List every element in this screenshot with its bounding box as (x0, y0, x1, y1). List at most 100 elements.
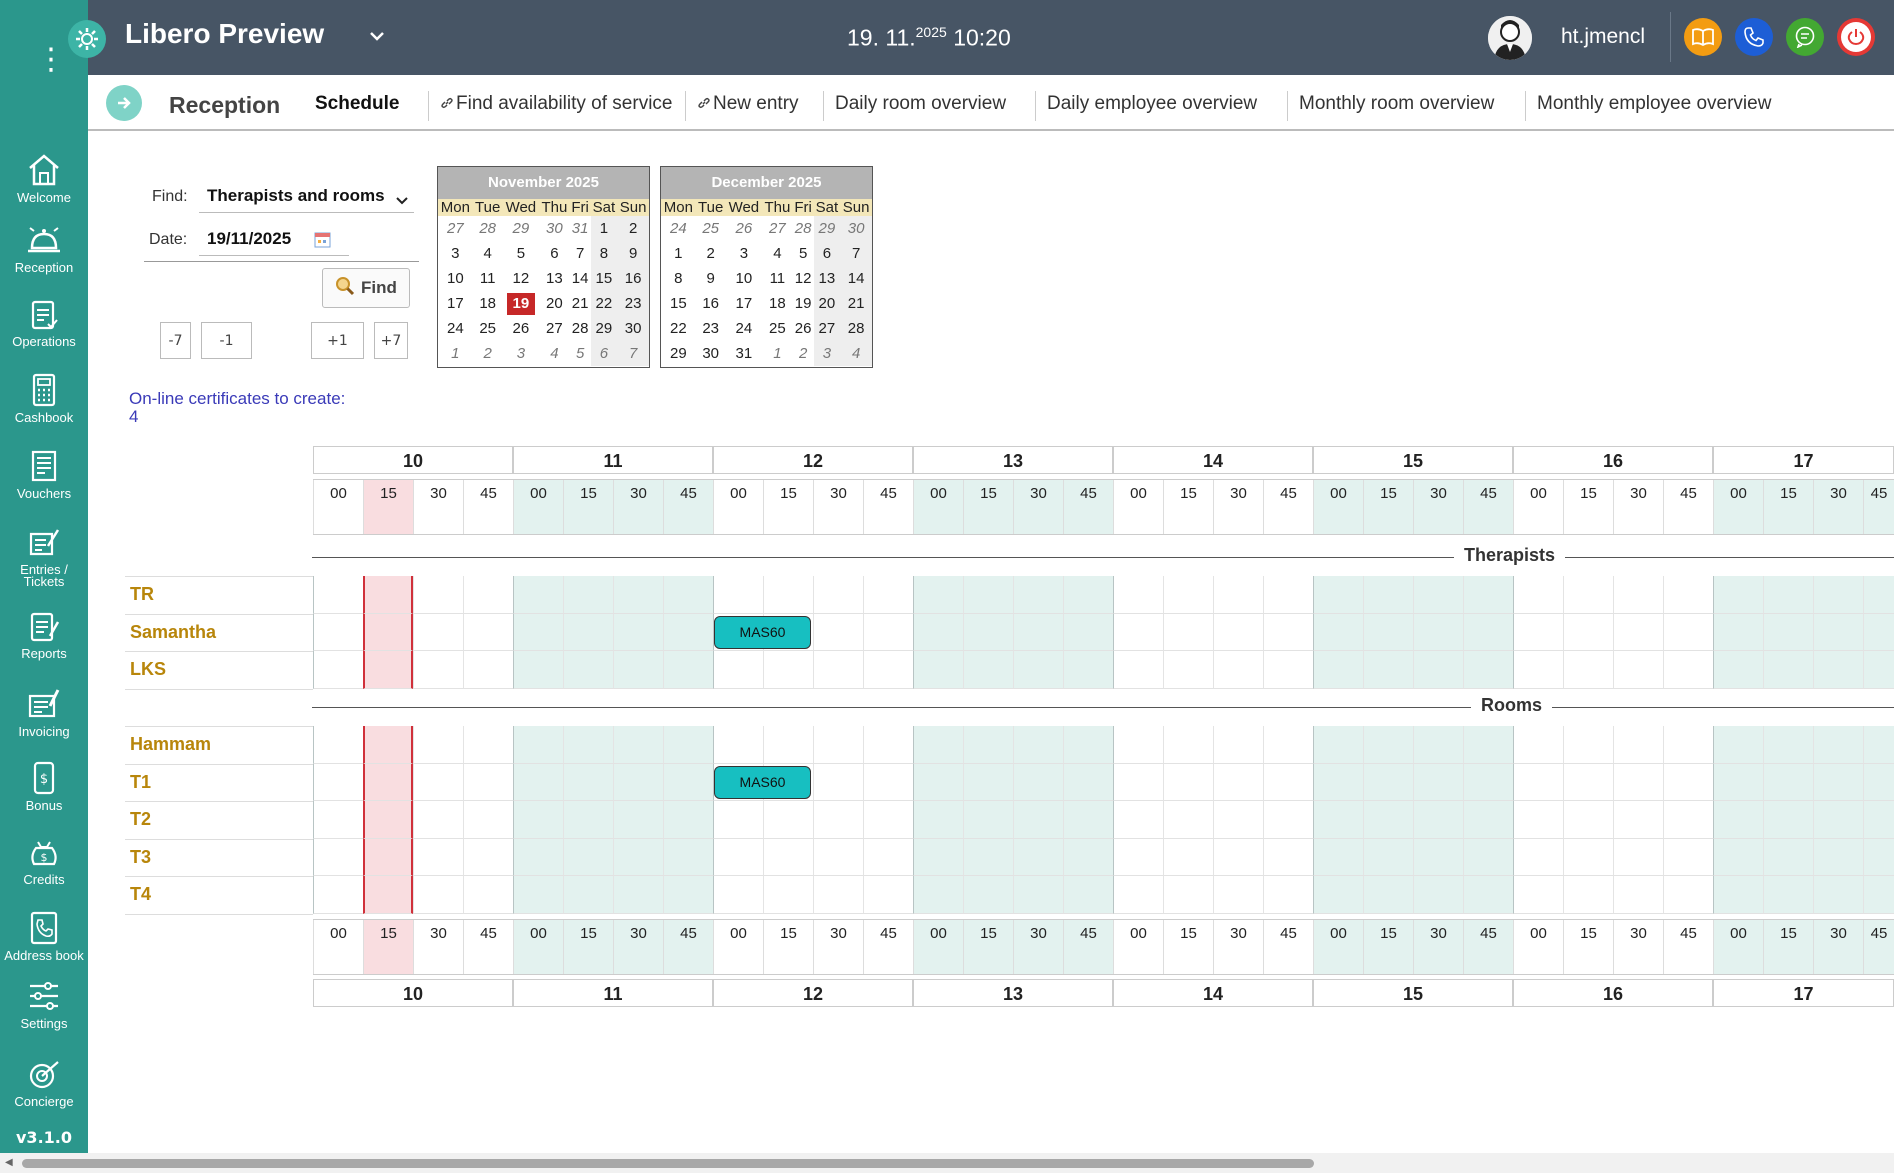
schedule-slot[interactable] (1663, 801, 1713, 839)
schedule-slot[interactable] (1163, 838, 1213, 876)
schedule-slot[interactable] (1313, 801, 1363, 839)
schedule-slot[interactable] (1463, 876, 1513, 914)
schedule-slot[interactable] (1263, 801, 1313, 839)
sidebar-item-reports[interactable]: Reports (0, 608, 88, 660)
schedule-slot[interactable] (313, 763, 363, 801)
schedule-slot[interactable] (1563, 876, 1613, 914)
calendar-day[interactable]: 30 (840, 216, 872, 241)
schedule-slot[interactable] (1013, 801, 1063, 839)
schedule-slot[interactable] (913, 651, 963, 689)
schedule-slot[interactable] (1563, 838, 1613, 876)
schedule-slot[interactable] (1813, 876, 1863, 914)
schedule-slot[interactable] (1363, 801, 1413, 839)
calendar-day[interactable]: 13 (539, 266, 570, 291)
schedule-slot[interactable] (1263, 726, 1313, 764)
calendar-day[interactable]: 20 (813, 291, 841, 316)
step-plus-1-button[interactable]: +1 (311, 322, 364, 359)
schedule-slot[interactable] (363, 763, 413, 801)
schedule-slot[interactable] (1013, 613, 1063, 651)
calendar-day[interactable]: 30 (696, 341, 726, 366)
schedule-slot[interactable] (1613, 651, 1663, 689)
schedule-slot[interactable] (1163, 576, 1213, 614)
schedule-slot[interactable] (1863, 576, 1894, 614)
calendar-day[interactable]: 14 (840, 266, 872, 291)
schedule-slot[interactable] (713, 801, 763, 839)
schedule-slot[interactable] (1363, 726, 1413, 764)
schedule-slot[interactable] (1463, 801, 1513, 839)
schedule-slot[interactable] (463, 763, 513, 801)
schedule-slot[interactable] (1163, 613, 1213, 651)
calendar-day[interactable]: 11 (762, 266, 793, 291)
schedule-slot[interactable] (1863, 726, 1894, 764)
schedule-slot[interactable] (813, 726, 863, 764)
schedule-slot[interactable] (1413, 576, 1463, 614)
schedule-slot[interactable] (1713, 651, 1763, 689)
schedule-slot[interactable] (363, 726, 413, 764)
schedule-slot[interactable] (663, 726, 713, 764)
schedule-slot[interactable] (663, 801, 713, 839)
calendar-day[interactable]: 2 (793, 341, 814, 366)
schedule-slot[interactable] (413, 613, 463, 651)
schedule-slot[interactable] (613, 838, 663, 876)
schedule-slot[interactable] (1363, 576, 1413, 614)
schedule-slot[interactable] (413, 763, 463, 801)
calendar-day[interactable]: 27 (539, 316, 570, 341)
schedule-slot[interactable] (813, 801, 863, 839)
calendar-day[interactable]: 28 (840, 316, 872, 341)
schedule-slot[interactable] (763, 576, 813, 614)
schedule-slot[interactable] (1713, 726, 1763, 764)
schedule-slot[interactable] (913, 613, 963, 651)
schedule-slot[interactable] (713, 726, 763, 764)
schedule-slot[interactable] (1663, 651, 1713, 689)
calendar-day[interactable]: 24 (438, 316, 473, 341)
schedule-slot[interactable] (913, 763, 963, 801)
schedule-slot[interactable] (513, 876, 563, 914)
schedule-slot[interactable] (1313, 576, 1363, 614)
calendar-day[interactable]: 15 (590, 266, 618, 291)
calendar-day[interactable]: 11 (473, 266, 503, 291)
schedule-slot[interactable] (1763, 613, 1813, 651)
calendar-day[interactable]: 31 (726, 341, 762, 366)
calendar-day[interactable]: 31 (570, 216, 591, 241)
sidebar-item-welcome[interactable]: Welcome (0, 152, 88, 204)
schedule-slot[interactable] (663, 876, 713, 914)
sidebar-item-address-book[interactable]: Address book (0, 910, 88, 962)
schedule-slot[interactable] (1313, 838, 1363, 876)
schedule-slot[interactable] (1113, 838, 1163, 876)
schedule-slot[interactable] (1763, 801, 1813, 839)
calendar-day[interactable]: 7 (570, 241, 591, 266)
appointment-block[interactable]: MAS60 (714, 615, 811, 649)
schedule-slot[interactable] (613, 801, 663, 839)
schedule-slot[interactable] (1863, 838, 1894, 876)
chat-icon[interactable] (1786, 18, 1824, 56)
calendar-day[interactable]: 2 (617, 216, 649, 241)
schedule-slot[interactable] (1113, 763, 1163, 801)
calendar-day[interactable]: 24 (726, 316, 762, 341)
schedule-slot[interactable] (1813, 801, 1863, 839)
sidebar-item-cashbook[interactable]: Cashbook (0, 372, 88, 424)
calendar-day[interactable]: 25 (473, 316, 503, 341)
schedule-slot[interactable] (1313, 613, 1363, 651)
calendar-day[interactable]: 6 (813, 241, 841, 266)
schedule-slot[interactable] (413, 838, 463, 876)
schedule-slot[interactable] (1163, 801, 1213, 839)
schedule-slot[interactable] (313, 801, 363, 839)
schedule-slot[interactable] (413, 651, 463, 689)
schedule-slot[interactable] (513, 651, 563, 689)
tab-daily-employee-overview[interactable]: Daily employee overview (1047, 93, 1257, 115)
calendar-day[interactable]: 29 (503, 216, 539, 241)
calendar-day[interactable]: 6 (539, 241, 570, 266)
calendar-day[interactable]: 21 (840, 291, 872, 316)
schedule-slot[interactable] (1663, 763, 1713, 801)
schedule-slot[interactable] (1863, 651, 1894, 689)
sidebar-item-credits[interactable]: $ Credits (0, 834, 88, 886)
schedule-slot[interactable] (513, 613, 563, 651)
schedule-slot[interactable] (1163, 763, 1213, 801)
calendar-day[interactable]: 28 (473, 216, 503, 241)
calendar-day[interactable]: 1 (590, 216, 618, 241)
schedule-slot[interactable] (963, 576, 1013, 614)
certificates-link[interactable]: On-line certificates to create: 4 (129, 390, 349, 426)
schedule-slot[interactable] (1313, 726, 1363, 764)
schedule-slot[interactable] (1613, 613, 1663, 651)
calendar-day[interactable]: 22 (590, 291, 618, 316)
